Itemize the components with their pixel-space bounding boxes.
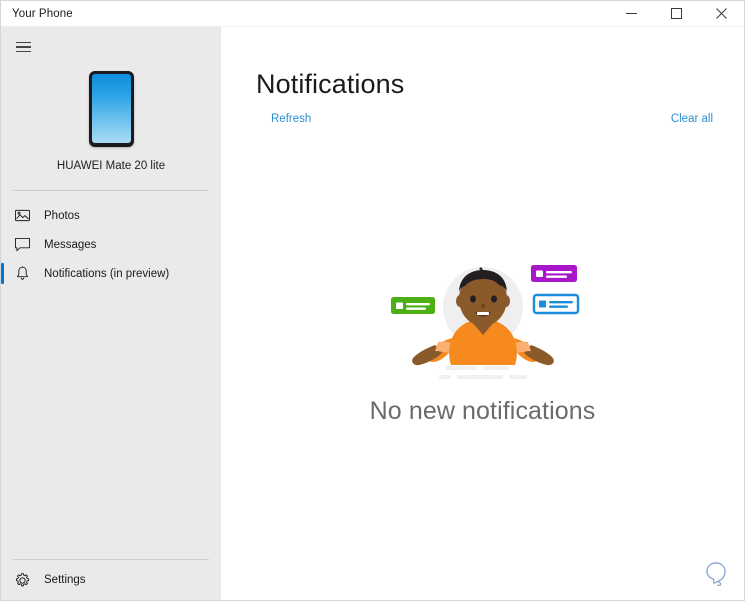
maximize-icon: [671, 8, 682, 19]
sidebar-item-messages[interactable]: Messages: [1, 230, 221, 259]
close-icon: [716, 8, 727, 19]
feedback-button[interactable]: [696, 554, 736, 594]
left-ear: [455, 295, 464, 307]
sidebar-divider: [13, 190, 209, 191]
minimize-button[interactable]: [609, 1, 654, 26]
right-eye: [490, 295, 497, 303]
empty-state: No new notifications: [221, 75, 744, 600]
shrugging-person-illustration: [383, 249, 583, 389]
phone-screen: [91, 74, 131, 143]
close-button[interactable]: [699, 1, 744, 26]
sidebar-nav: Photos Messages Notifications (in previe…: [1, 201, 221, 288]
maximize-button[interactable]: [654, 1, 699, 26]
gear-icon: [11, 572, 33, 588]
window-controls: [609, 1, 744, 26]
sidebar-item-label: Settings: [44, 574, 86, 586]
hamburger-line: [15, 41, 31, 44]
photos-icon: [11, 209, 33, 222]
right-ear: [501, 295, 510, 307]
device-name: HUAWEI Mate 20 lite: [56, 160, 166, 172]
teeth: [476, 312, 489, 315]
sidebar-item-label: Messages: [44, 238, 97, 251]
content-area: Notifications Refresh Clear all No new n…: [221, 27, 744, 600]
notification-card-purple: [530, 265, 577, 282]
minimize-icon: [626, 13, 637, 14]
phone-icon: [88, 71, 134, 147]
sidebar: HUAWEI Mate 20 lite Photos Messages Noti…: [1, 27, 221, 600]
window-body: HUAWEI Mate 20 lite Photos Messages Noti…: [1, 27, 744, 600]
sidebar-item-label: Notifications (in preview): [44, 267, 170, 280]
sidebar-item-label: Photos: [44, 209, 80, 222]
empty-state-message: No new notifications: [369, 397, 596, 425]
hamburger-menu-button[interactable]: [1, 29, 45, 65]
messages-icon: [11, 237, 33, 252]
feedback-bulb-icon: [706, 562, 726, 587]
sidebar-item-photos[interactable]: Photos: [1, 201, 221, 230]
motion-lines: [438, 366, 527, 379]
hamburger-line: [15, 50, 31, 53]
sidebar-item-notifications[interactable]: Notifications (in preview): [1, 259, 221, 288]
device-block: HUAWEI Mate 20 lite: [1, 65, 221, 172]
your-phone-window: Your Phone HUAWEI Mate 20 lite Photos Me…: [0, 0, 745, 601]
notification-card-blue: [532, 293, 579, 315]
hamburger-line: [15, 46, 31, 48]
window-title: Your Phone: [12, 7, 73, 20]
sidebar-item-settings[interactable]: Settings: [1, 560, 221, 600]
title-bar: Your Phone: [1, 1, 744, 27]
bell-icon: [11, 266, 33, 281]
left-eye: [469, 295, 476, 303]
notification-card-green: [390, 297, 435, 314]
